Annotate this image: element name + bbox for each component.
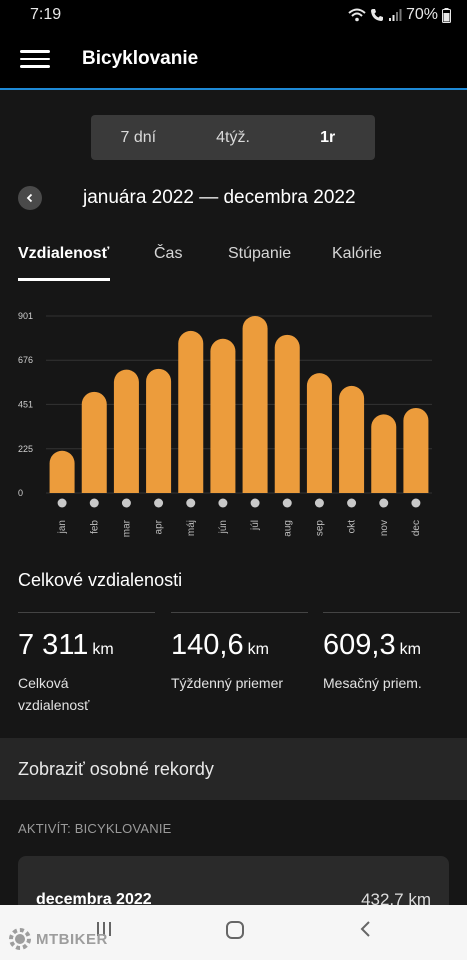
month-dot xyxy=(314,498,324,508)
month-dot xyxy=(186,498,196,508)
x-tick-label: okt xyxy=(347,520,358,534)
x-tick-label: nov xyxy=(379,520,390,536)
bar-apr xyxy=(146,368,172,493)
stat-weekly-average: 140,6 km Týždenný priemer xyxy=(171,612,308,694)
month-dot xyxy=(57,498,67,508)
y-tick-label: 225 xyxy=(18,444,33,454)
period-tab-4-weeks[interactable]: 4týž. xyxy=(186,129,281,147)
y-tick-label: 676 xyxy=(18,355,33,365)
stat-monthly-average: 609,3 km Mesačný priem. xyxy=(323,612,460,694)
y-tick-label: 0 xyxy=(18,488,23,498)
bar-sep xyxy=(306,373,332,493)
stat-value: 140,6 xyxy=(171,629,244,661)
stat-value: 609,3 xyxy=(323,629,396,661)
call-icon xyxy=(370,9,383,21)
date-range-label: januára 2022 — decembra 2022 xyxy=(83,187,356,208)
back-icon[interactable] xyxy=(356,919,376,944)
x-tick-label: apr xyxy=(154,519,165,534)
month-dot xyxy=(250,498,260,508)
bar-jún xyxy=(210,338,236,493)
page-title: Bicyklovanie xyxy=(82,48,199,69)
gear-logo-icon xyxy=(9,928,31,950)
tab-distance[interactable]: Vzdialenosť xyxy=(18,245,109,263)
x-tick-label: mar xyxy=(121,519,132,537)
status-bar: 7:19 70% xyxy=(0,0,467,30)
tab-calories[interactable]: Kalórie xyxy=(332,245,382,263)
bar-aug xyxy=(274,334,300,493)
month-dot xyxy=(89,498,99,508)
x-tick-label: máj xyxy=(186,520,197,536)
bar-dec xyxy=(403,407,429,493)
active-tab-indicator xyxy=(18,278,110,281)
month-dot xyxy=(411,498,421,508)
stat-label: Mesačný priem. xyxy=(323,675,422,691)
month-dot xyxy=(218,498,228,508)
month-dot xyxy=(154,498,164,508)
chevron-left-icon xyxy=(26,193,33,203)
battery-icon xyxy=(442,7,451,23)
bar-feb xyxy=(81,391,107,493)
month-dot xyxy=(282,498,292,508)
x-tick-label: sep xyxy=(314,520,325,537)
bar-máj xyxy=(178,330,204,493)
previous-period-button[interactable] xyxy=(18,186,42,210)
activity-section-label: AKTIVÍT: BICYKLOVANIE xyxy=(18,821,172,836)
stat-label: Celková vzdialenosť xyxy=(18,675,90,713)
stat-unit: km xyxy=(247,641,269,658)
stat-unit: km xyxy=(399,641,421,658)
x-tick-label: jún xyxy=(218,520,229,534)
hamburger-icon[interactable] xyxy=(20,50,50,68)
y-tick-label: 451 xyxy=(18,399,33,409)
metric-tabs: Vzdialenosť Čas Stúpanie Kalórie xyxy=(18,240,458,282)
status-time: 7:19 xyxy=(30,6,62,23)
bar-júl xyxy=(242,316,268,493)
watermark: MTBIKER xyxy=(8,927,108,951)
period-selector: 7 dní 4týž. 1r xyxy=(91,115,375,160)
divider xyxy=(323,612,460,613)
summary-title: Celkové vzdialenosti xyxy=(18,570,183,590)
x-tick-label: aug xyxy=(282,520,293,537)
home-icon[interactable] xyxy=(224,919,246,946)
signal-icon xyxy=(388,9,402,21)
stat-label: Týždenný priemer xyxy=(171,675,284,691)
date-range-row: januára 2022 — decembra 2022 xyxy=(18,183,448,213)
personal-records-button[interactable]: Zobraziť osobné rekordy xyxy=(0,738,467,800)
month-dot xyxy=(379,498,389,508)
stat-value: 7 311 xyxy=(18,629,89,661)
wifi-icon xyxy=(348,8,366,22)
month-dot xyxy=(121,498,131,508)
x-tick-label: jan xyxy=(57,520,68,534)
divider xyxy=(18,612,155,613)
distance-bar-chart: 0 225 451 676 901 jan feb mar apr máj jún júl aug sep… xyxy=(18,311,432,537)
status-icons: 70% xyxy=(348,6,451,24)
period-tab-7-days[interactable]: 7 dní xyxy=(91,129,186,147)
period-tab-1-year[interactable]: 1r xyxy=(280,129,375,147)
bar-nov xyxy=(371,414,397,493)
bar-mar xyxy=(113,369,139,493)
stat-total-distance: 7 311 km Celková vzdialenosť xyxy=(18,612,155,716)
y-tick-label: 901 xyxy=(18,311,33,321)
bar-okt xyxy=(339,385,365,493)
tab-elevation[interactable]: Stúpanie xyxy=(228,245,291,263)
x-tick-label: dec xyxy=(411,520,422,536)
tab-time[interactable]: Čas xyxy=(154,245,182,263)
stat-unit: km xyxy=(92,641,114,658)
x-tick-label: feb xyxy=(89,520,100,534)
app-bar: Bicyklovanie xyxy=(0,30,467,90)
month-dot xyxy=(347,498,357,508)
battery-percent: 70% xyxy=(405,6,438,23)
watermark-text: MTBIKER xyxy=(36,930,108,948)
bar-jan xyxy=(49,450,75,493)
divider xyxy=(171,612,308,613)
x-tick-label: júl xyxy=(250,520,261,531)
